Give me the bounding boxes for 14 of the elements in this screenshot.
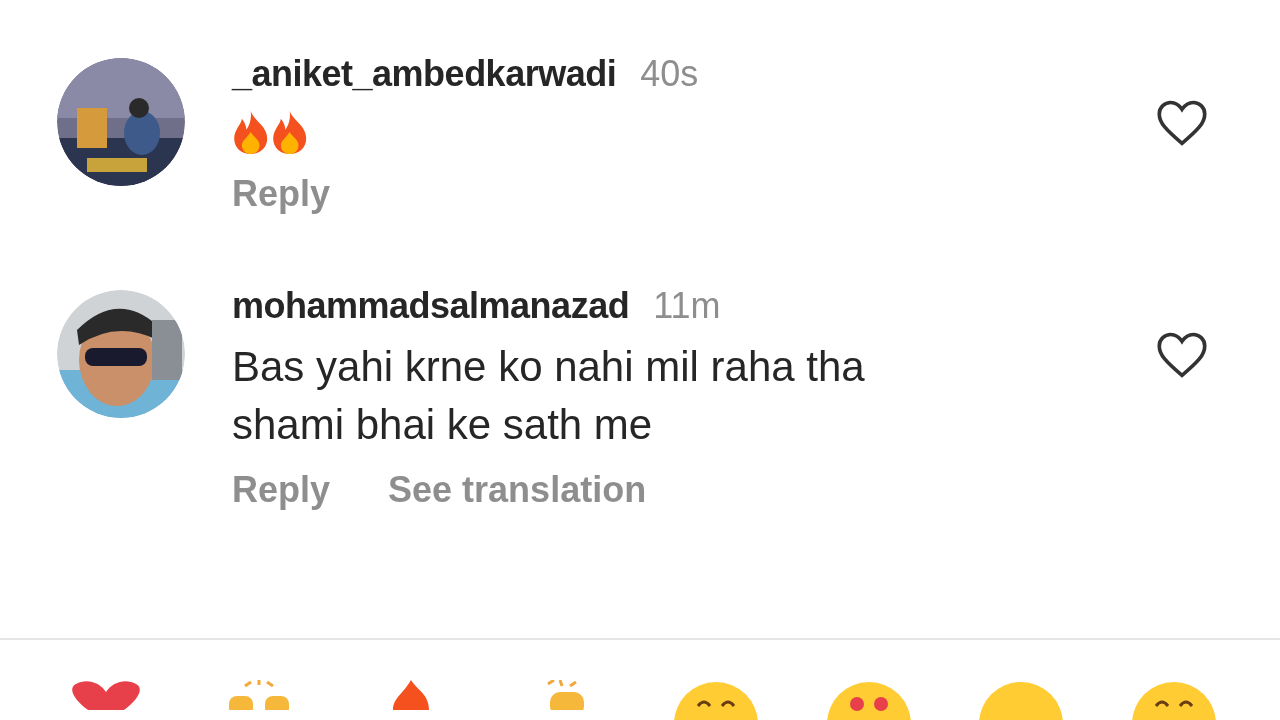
- comment-text: shami bhai ke sath me: [232, 400, 654, 450]
- fire-icon: [271, 110, 309, 154]
- translation-link[interactable]: See translation: [388, 468, 647, 512]
- reply-link[interactable]: Reply: [232, 468, 331, 512]
- comment-text: Bas yahi krne ko nahi mil raha tha: [232, 342, 866, 392]
- smile-emoji-icon[interactable]: [672, 680, 761, 720]
- fire-icon: [232, 110, 270, 154]
- heart-eyes-emoji-icon[interactable]: [824, 680, 913, 720]
- username[interactable]: _aniket_ambedkarwadi: [232, 50, 617, 98]
- comment-time: 11m: [653, 284, 721, 328]
- laugh-emoji-icon[interactable]: [1129, 680, 1218, 720]
- reply-link[interactable]: Reply: [232, 172, 331, 216]
- comment-time: 40s: [640, 52, 699, 96]
- username[interactable]: mohammadsalmanazad: [232, 282, 630, 330]
